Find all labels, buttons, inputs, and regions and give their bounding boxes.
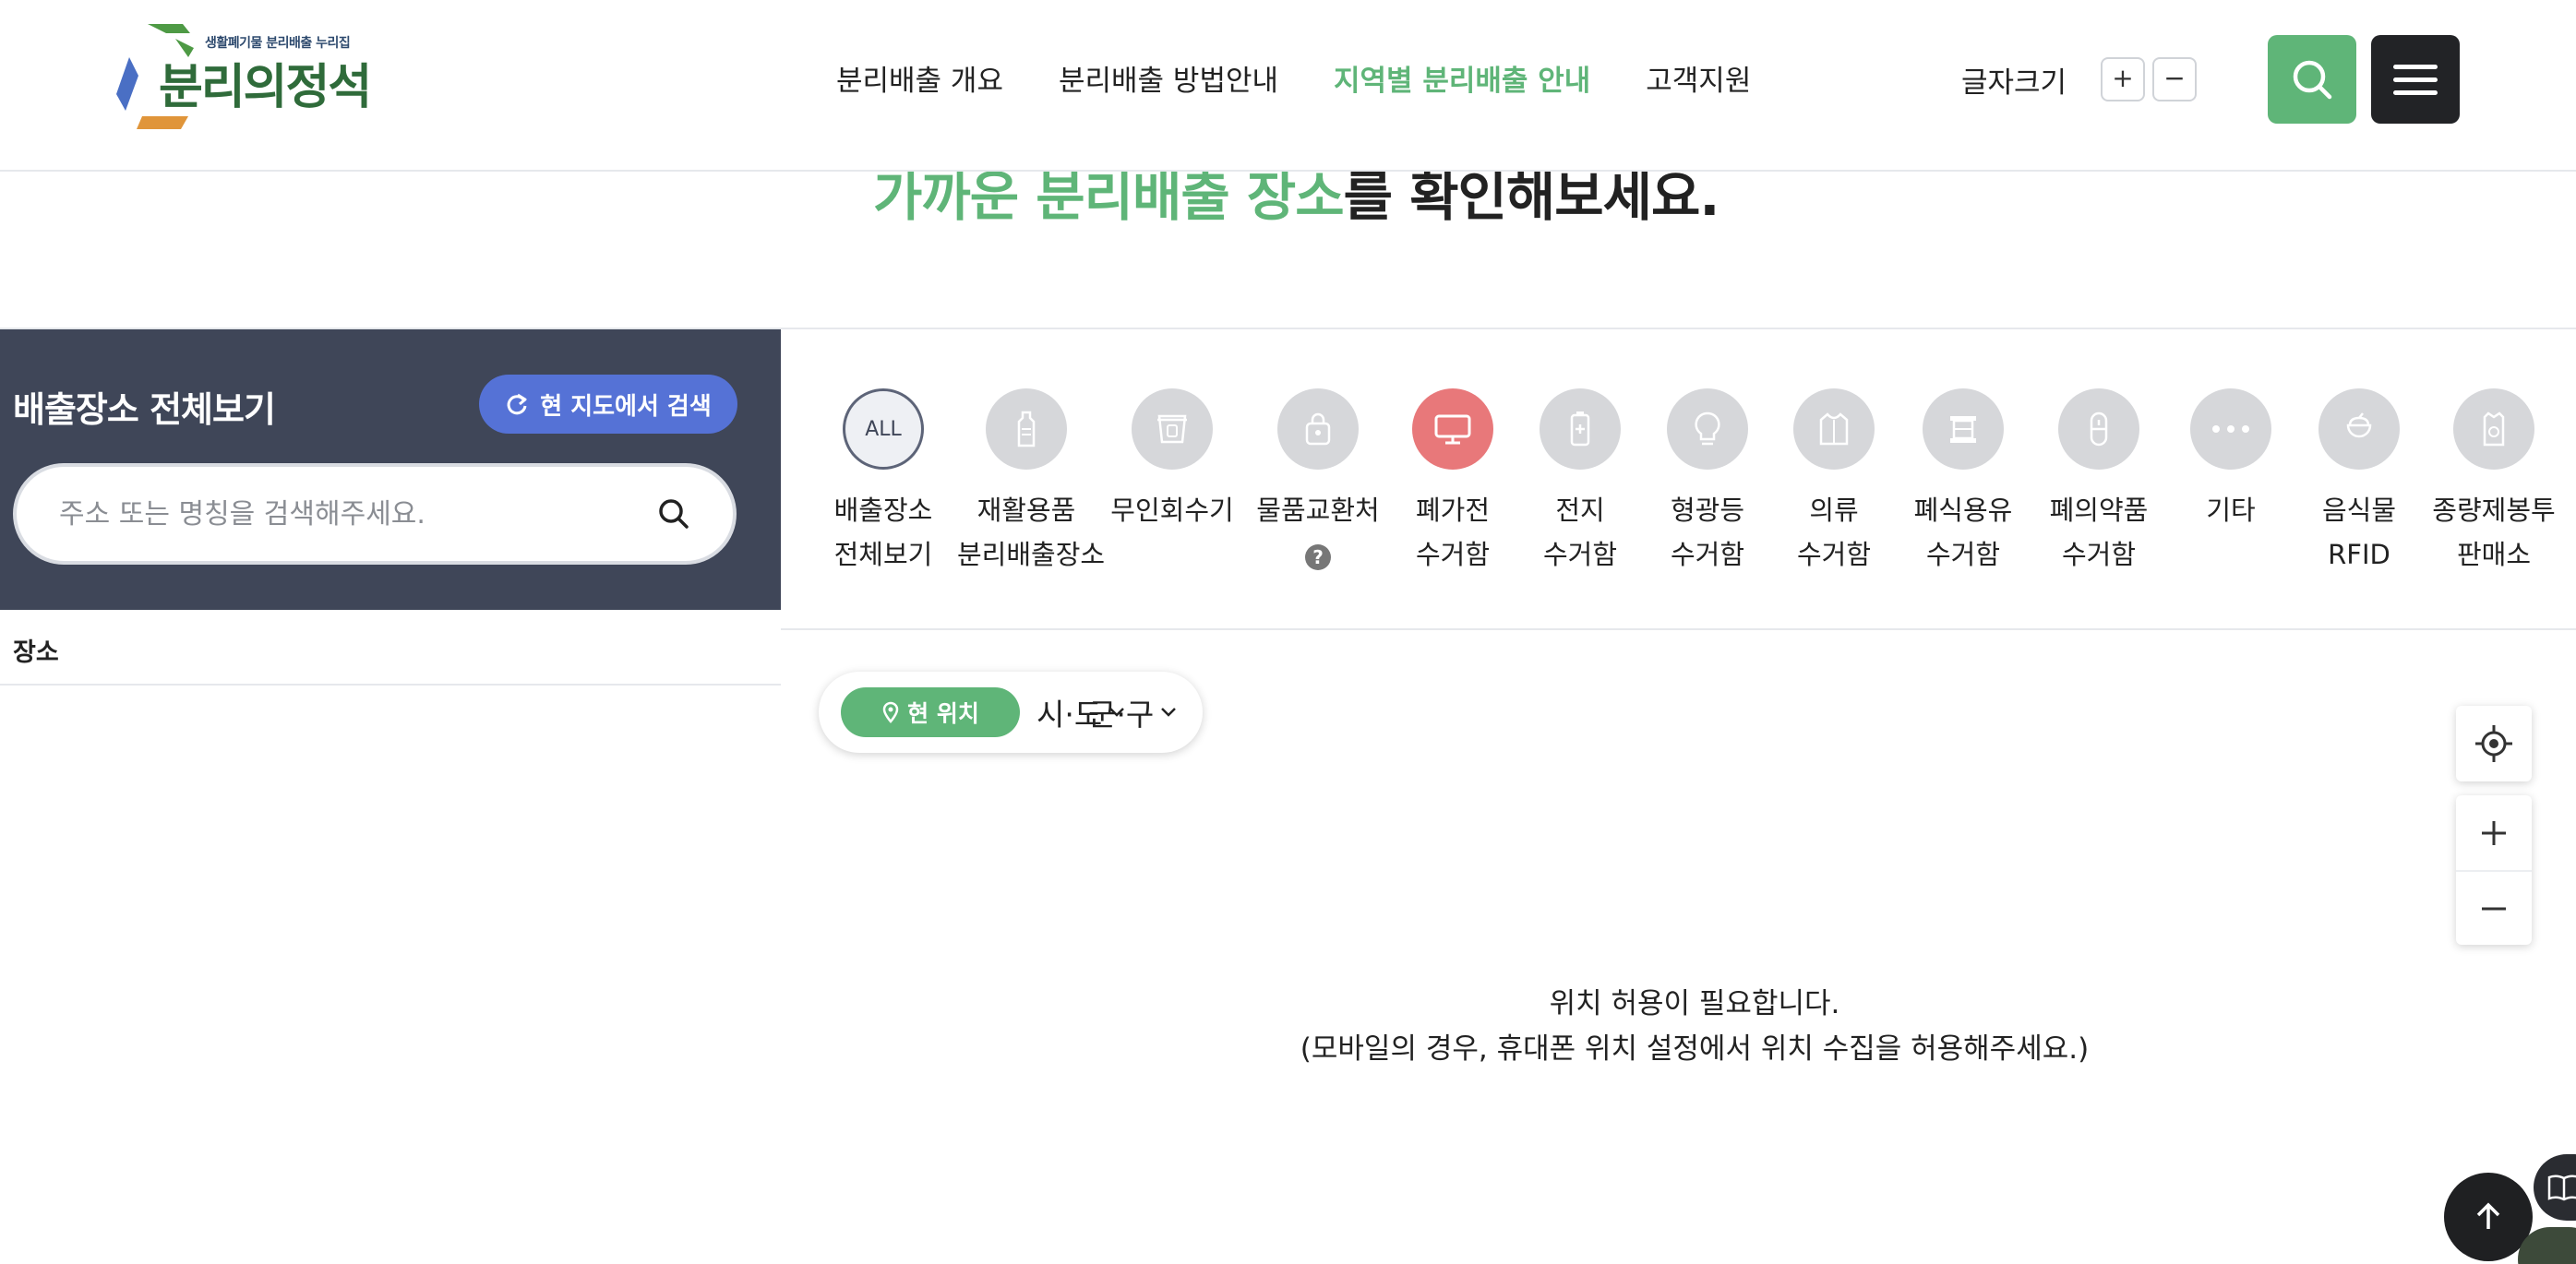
font-size-label: 글자크기 [1961, 66, 2067, 100]
oil-can-icon [1923, 388, 2004, 470]
category-label: 종량제봉투 판매소 [2432, 495, 2556, 570]
district-dropdown[interactable]: 군·구 [1088, 690, 1178, 734]
more-icon [2190, 388, 2271, 470]
headline-rest: 를 확인해보세요. [1343, 165, 1720, 228]
place-column-label: 장소 [13, 638, 59, 667]
category-label: 의류 수거함 [1796, 495, 1872, 570]
arrow-up-icon [2476, 1202, 2500, 1229]
category-label: 폐의약품 수거함 [2049, 495, 2149, 570]
category-label: 전지 수거함 [1542, 495, 1618, 570]
current-location-label: 현 위치 [907, 700, 979, 727]
logo-name: 분리의정석 [159, 60, 372, 115]
category-medicine[interactable]: 폐의약품 수거함 [2030, 388, 2168, 577]
category-used-cooking-oil[interactable]: 폐식용유 수거함 [1894, 388, 2032, 577]
font-size-increase-button[interactable]: + [2101, 57, 2145, 101]
category-recyclables[interactable]: 재활용품 분리배출장소 [957, 388, 1106, 577]
category-label: 물품교환처? [1256, 495, 1380, 570]
category-food-waste-rfid[interactable]: 음식물 RFID [2290, 388, 2428, 577]
header-search-button[interactable] [2268, 35, 2356, 124]
site-logo[interactable]: 생활폐기물 분리배출 누리집 분리의정석 [111, 20, 372, 138]
current-location-button[interactable]: 현 위치 [841, 687, 1020, 737]
food-waste-icon [2318, 388, 2400, 470]
nav-item-regional-guide[interactable]: 지역별 분리배출 안내 [1334, 57, 1590, 99]
headline-highlight: 가까운 분리배출 장소 [873, 165, 1345, 228]
category-clothing[interactable]: 의류 수거함 [1765, 388, 1903, 577]
menu-line [2393, 64, 2438, 69]
search-panel: 배출장소 전체보기 현 지도에서 검색 [0, 329, 781, 610]
locate-me-button[interactable] [2456, 706, 2532, 781]
bottle-icon [986, 388, 1067, 470]
hamburger-menu-button[interactable] [2371, 35, 2460, 124]
category-reverse-vending[interactable]: 무인회수기 [1103, 388, 1241, 532]
category-label: 재활용품 분리배출장소 [957, 495, 1106, 570]
category-garbage-bag-store[interactable]: 종량제봉투 판매소 [2425, 388, 2563, 577]
location-permission-message: 위치 허용이 필요합니다. (모바일의 경우, 휴대폰 위치 설정에서 위치 수… [1187, 982, 2202, 1072]
category-fluorescent-lamp[interactable]: 형광등 수거함 [1638, 388, 1777, 577]
battery-icon [1540, 388, 1621, 470]
category-battery[interactable]: 전지 수거함 [1511, 388, 1649, 577]
menu-line [2393, 77, 2438, 82]
category-exchange-point[interactable]: 물품교환처? [1249, 388, 1387, 577]
vending-machine-icon [1132, 388, 1213, 470]
minus-icon [2482, 907, 2506, 910]
category-label: 기타 [2206, 495, 2256, 526]
redo-arrow-icon [507, 393, 527, 415]
plus-icon [2482, 820, 2506, 845]
side-guide-button[interactable] [2534, 1154, 2576, 1221]
menu-line [2393, 89, 2438, 95]
category-label: 폐가전 수거함 [1415, 495, 1491, 570]
region-selector: 현 위치 시·도 군·구 [819, 672, 1203, 753]
category-label: 폐식용유 수거함 [1913, 495, 2013, 570]
zoom-out-button[interactable] [2456, 870, 2532, 945]
place-search-input[interactable] [59, 467, 631, 561]
crosshair-icon [2475, 725, 2512, 762]
pill-icon [2058, 388, 2139, 470]
shopping-bag-icon [1277, 388, 1359, 470]
lightbulb-icon [1667, 388, 1748, 470]
category-filter-bar: ALL 배출장소 전체보기 재활용품 분리배출장소 무인회수기 물품교환처? 폐가전… [781, 329, 2576, 630]
chevron-down-icon [1161, 708, 1177, 717]
search-current-map-button[interactable]: 현 지도에서 검색 [479, 375, 737, 434]
book-icon [2547, 1175, 2576, 1201]
monitor-icon [1412, 388, 1493, 470]
main-nav: 분리배출 개요 분리배출 방법안내 지역별 분리배출 안내 고객지원 [836, 57, 1751, 99]
category-etc[interactable]: 기타 [2162, 388, 2300, 532]
permission-message-line: 위치 허용이 필요합니다. [1549, 987, 1840, 1020]
place-search-submit[interactable] [657, 497, 690, 534]
help-icon[interactable]: ? [1305, 544, 1331, 570]
location-pin-icon [882, 701, 899, 723]
nav-item-customer-support[interactable]: 고객지원 [1646, 57, 1751, 99]
site-header: 생활폐기물 분리배출 누리집 분리의정석 분리배출 개요 분리배출 방법안내 지… [0, 0, 2576, 172]
category-label: 형광등 수거함 [1670, 495, 1745, 570]
permission-message-hint: (모바일의 경우, 휴대폰 위치 설정에서 위치 수집을 허용해주세요.) [1300, 1032, 2090, 1066]
place-search-box [13, 463, 737, 565]
search-current-map-label: 현 지도에서 검색 [540, 392, 712, 421]
search-icon [659, 499, 689, 529]
map-zoom-control [2456, 795, 2532, 945]
category-label: 무인회수기 [1110, 495, 1234, 526]
all-icon: ALL [843, 388, 924, 470]
category-label: 음식물 RFID [2321, 495, 2397, 570]
zoom-in-button[interactable] [2456, 795, 2532, 870]
category-label: 배출장소 전체보기 [833, 495, 933, 570]
font-size-decrease-button[interactable]: − [2152, 57, 2197, 101]
nav-item-method-guide[interactable]: 분리배출 방법안내 [1059, 57, 1278, 99]
trash-bag-icon [2453, 388, 2534, 470]
category-e-waste[interactable]: 폐가전 수거함 [1384, 388, 1522, 577]
nav-item-overview[interactable]: 분리배출 개요 [836, 57, 1003, 99]
search-icon [2293, 60, 2332, 100]
category-all[interactable]: ALL 배출장소 전체보기 [814, 388, 953, 577]
district-label: 군·구 [1088, 697, 1155, 733]
panel-title: 배출장소 전체보기 [13, 389, 276, 430]
clothing-icon [1793, 388, 1875, 470]
place-list-header: 장소 [0, 610, 781, 686]
